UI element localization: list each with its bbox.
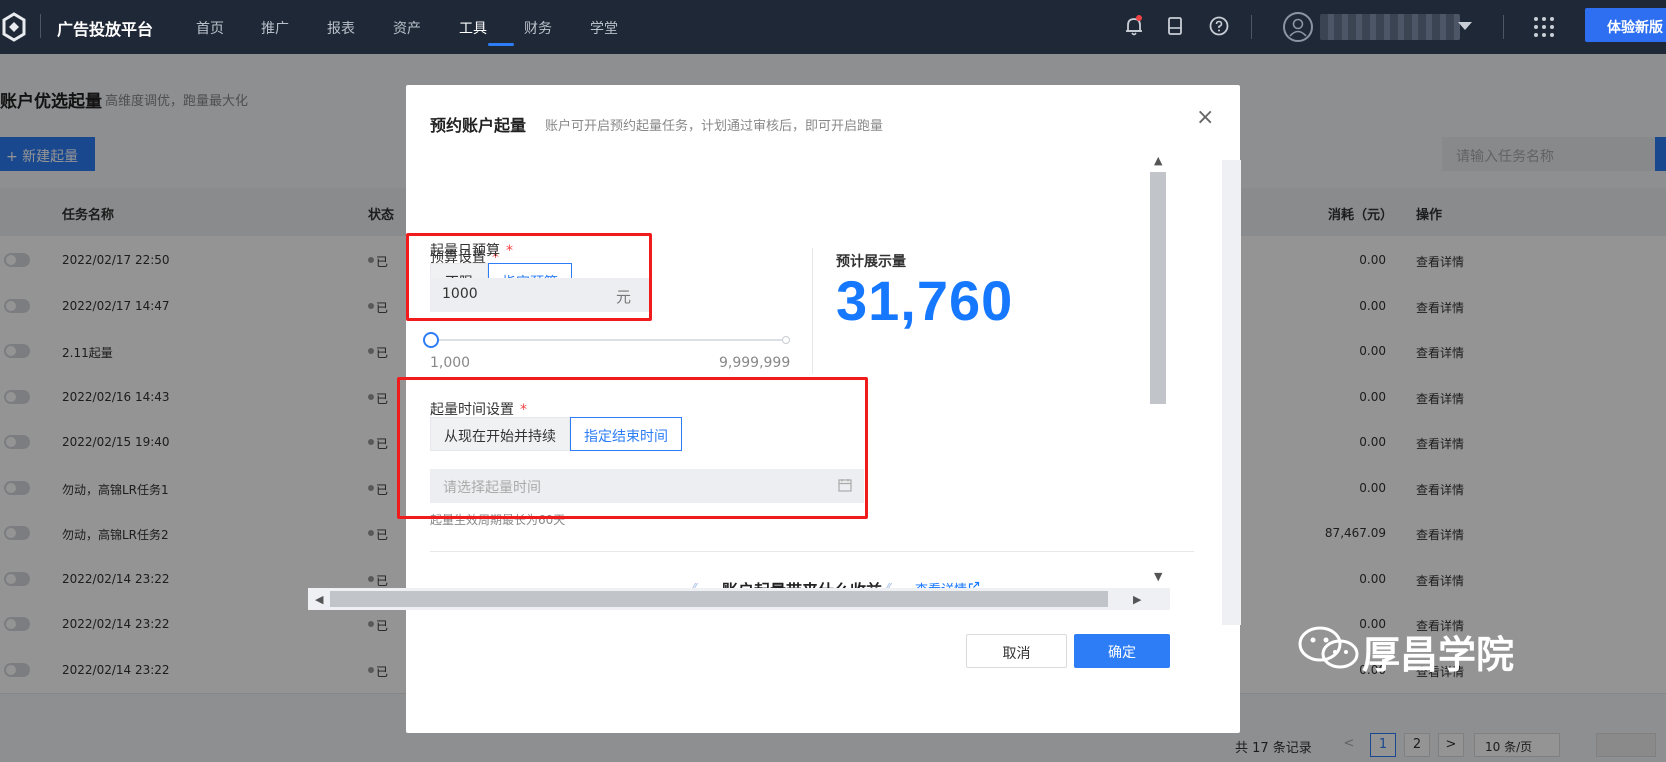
nav-item-home[interactable]: 首页	[196, 18, 224, 38]
nav-separator	[1251, 15, 1252, 39]
nav-separator	[1503, 15, 1504, 39]
nav-item-tools[interactable]: 工具	[459, 18, 487, 38]
avatar[interactable]	[1283, 12, 1313, 42]
scroll-right-icon[interactable]: ▶	[1133, 593, 1141, 606]
nav-item-reports[interactable]: 报表	[327, 18, 355, 38]
trial-new-version-button[interactable]: 体验新版	[1585, 8, 1666, 42]
nav-divider	[40, 14, 41, 38]
cancel-button[interactable]: 取消	[966, 634, 1067, 668]
chevron-down-icon[interactable]	[1458, 22, 1472, 30]
budget-slider-handle[interactable]	[423, 332, 439, 348]
top-nav: 广告投放平台 首页 推广 报表 资产 工具 财务 学堂 体验新版	[0, 0, 1666, 54]
scroll-down-icon[interactable]: ▼	[1154, 570, 1162, 583]
confirm-button[interactable]: 确定	[1074, 634, 1170, 668]
estimate-value: 31,760	[836, 269, 1014, 332]
brand-title: 广告投放平台	[57, 20, 154, 39]
budget-slider-track[interactable]	[430, 339, 786, 341]
modal-content: 起量日预算 * 1000 元 1,000 9,999,999 预计展示量 31,7…	[406, 85, 1240, 625]
nav-item-academy[interactable]: 学堂	[590, 18, 618, 38]
horizontal-scroll-thumb[interactable]	[330, 591, 1108, 607]
vertical-scroll-thumb[interactable]	[1150, 172, 1166, 404]
section-rule	[430, 551, 1194, 552]
slider-max-label: 9,999,999	[719, 355, 791, 371]
highlight-box-time	[397, 377, 868, 519]
active-nav-indicator	[488, 43, 514, 46]
platform-logo-icon[interactable]	[0, 12, 28, 42]
nav-item-assets[interactable]: 资产	[393, 18, 421, 38]
scroll-up-icon[interactable]: ▲	[1154, 154, 1162, 167]
help-icon[interactable]	[1208, 15, 1230, 37]
section-divider	[812, 248, 813, 374]
account-name-redacted[interactable]	[1320, 14, 1460, 40]
wechat-logo-icon	[1298, 626, 1359, 669]
budget-slider-end	[782, 336, 790, 344]
nav-item-promotion[interactable]: 推广	[261, 18, 289, 38]
modal-vertical-scrollbar[interactable]	[1222, 160, 1241, 625]
document-icon[interactable]	[1164, 15, 1186, 37]
highlight-box-budget	[406, 233, 652, 321]
scroll-left-icon[interactable]: ◀	[315, 593, 323, 606]
slider-min-label: 1,000	[430, 355, 471, 371]
nav-item-finance[interactable]: 财务	[524, 18, 552, 38]
user-icon	[1289, 18, 1307, 37]
watermark-text: 厚昌学院	[1362, 632, 1515, 677]
apps-grid-icon[interactable]	[1532, 15, 1556, 39]
notification-dot	[1136, 15, 1142, 21]
